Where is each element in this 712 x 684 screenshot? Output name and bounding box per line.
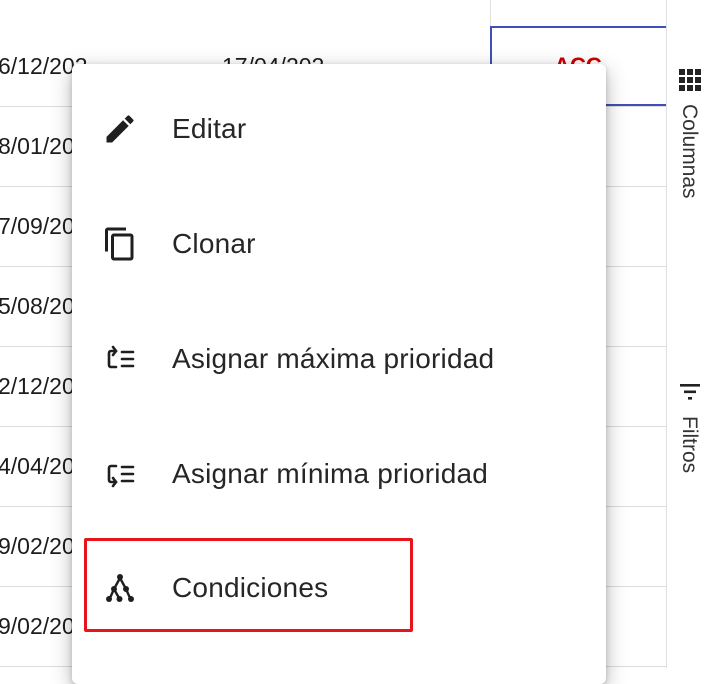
menu-item-max-priority[interactable]: Asignar máxima prioridad bbox=[72, 301, 606, 416]
start-date-cell[interactable]: 4/04/20 bbox=[0, 426, 75, 506]
menu-item-clone[interactable]: Clonar bbox=[72, 186, 606, 301]
start-date-cell[interactable]: 9/02/20 bbox=[0, 586, 75, 666]
highlight-box bbox=[84, 538, 413, 632]
menu-item-label: Asignar mínima prioridad bbox=[172, 457, 489, 489]
menu-item-min-priority[interactable]: Asignar mínima prioridad bbox=[72, 416, 606, 531]
menu-item-label: Clonar bbox=[172, 227, 256, 259]
priority-up-icon bbox=[102, 341, 138, 377]
grid-icon bbox=[678, 68, 702, 92]
side-toolbar: Columnas Filtros bbox=[666, 0, 712, 668]
start-date-cell[interactable]: 5/08/20 bbox=[0, 266, 75, 346]
filters-panel-button[interactable]: Filtros bbox=[667, 376, 712, 496]
copy-icon bbox=[102, 226, 138, 262]
filters-label: Filtros bbox=[678, 416, 701, 474]
start-date-cell[interactable]: 8/01/20 bbox=[0, 106, 75, 186]
columns-panel-button[interactable]: Columnas bbox=[667, 64, 712, 234]
menu-item-edit[interactable]: Editar bbox=[72, 71, 606, 186]
start-date-cell[interactable]: 2/12/20 bbox=[0, 346, 75, 426]
start-date-cell[interactable]: 9/02/20 bbox=[0, 506, 75, 586]
columns-label: Columnas bbox=[678, 104, 701, 199]
start-date-cell[interactable]: 7/09/20 bbox=[0, 186, 75, 266]
menu-item-label: Asignar máxima prioridad bbox=[172, 342, 495, 374]
pencil-icon bbox=[102, 111, 138, 147]
menu-item-label: Editar bbox=[172, 112, 247, 144]
filter-icon bbox=[678, 380, 702, 404]
priority-down-icon bbox=[102, 456, 138, 492]
